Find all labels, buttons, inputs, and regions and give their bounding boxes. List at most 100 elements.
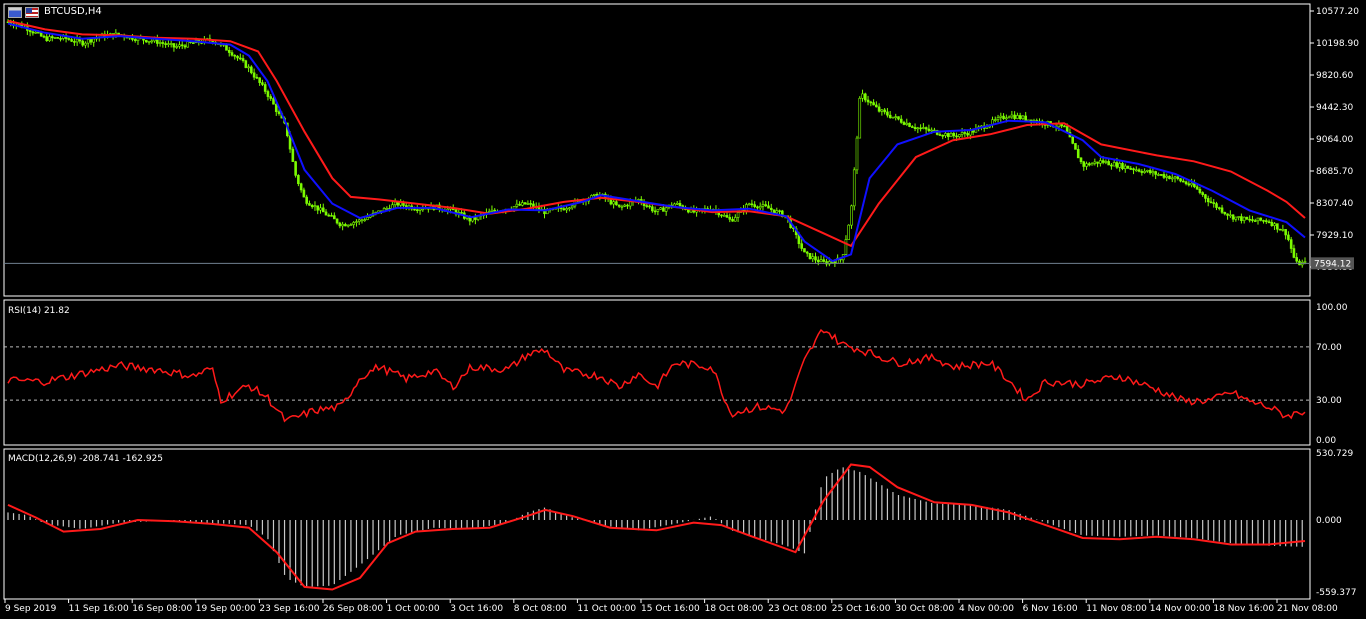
candle-body	[1212, 202, 1216, 204]
candle-body	[415, 209, 419, 211]
time-axis-label: 25 Oct 16:00	[832, 604, 891, 614]
time-axis-label: 16 Sep 08:00	[132, 604, 192, 614]
candle-body	[938, 134, 942, 136]
candle-body	[1267, 221, 1271, 223]
candle-body	[1129, 168, 1133, 170]
candle-body	[1135, 169, 1138, 172]
candle-body	[1010, 114, 1014, 118]
candle-body	[352, 222, 355, 225]
candle-body	[42, 35, 46, 38]
candle-body	[816, 259, 820, 263]
candle-body	[1079, 157, 1083, 163]
candle-body	[1195, 186, 1199, 190]
candle-body	[1204, 194, 1207, 199]
candle	[891, 116, 895, 119]
candle	[1074, 143, 1077, 150]
candle-body	[81, 40, 84, 46]
candle-body	[1206, 198, 1210, 203]
candle-body	[847, 224, 850, 240]
candle-body	[1104, 161, 1108, 163]
candle-body	[1002, 115, 1005, 119]
candle-body	[526, 203, 530, 205]
candle-body	[764, 204, 768, 207]
candle-body	[518, 203, 521, 206]
rsi-label: RSI(14) 21.82	[8, 306, 70, 316]
candle-body	[924, 127, 928, 130]
candle-body	[858, 97, 862, 139]
candle-body	[1284, 229, 1287, 236]
candle-body	[1303, 261, 1307, 263]
candle-body	[84, 42, 87, 46]
candle-body	[728, 217, 732, 220]
time-axis-label: 26 Sep 08:00	[323, 604, 383, 614]
candle-body	[758, 205, 762, 209]
candle-body	[866, 99, 870, 103]
candle-body	[908, 122, 911, 127]
candle-body	[227, 49, 231, 53]
candle-body	[161, 42, 165, 44]
candle-body	[651, 206, 654, 212]
candle-body	[1245, 216, 1249, 220]
candle-body	[183, 45, 187, 48]
candle-body	[927, 128, 931, 131]
candle-body	[769, 207, 773, 211]
candle-body	[490, 209, 494, 212]
candle-body	[56, 37, 60, 39]
candle	[291, 146, 295, 162]
candle-body	[523, 202, 527, 205]
candle-body	[656, 208, 660, 212]
candle-body	[883, 109, 886, 113]
candle-body	[324, 211, 328, 216]
trading-chart[interactable]: 10577.20 10198.90 9820.60 9442.30 9064.00 868…	[0, 0, 1366, 619]
candle-body	[261, 82, 264, 85]
candle-body	[850, 205, 853, 226]
candle-body	[750, 203, 754, 206]
candle-body	[269, 96, 273, 99]
symbol-window-icon[interactable]	[8, 7, 22, 18]
candle-body	[471, 217, 474, 222]
candle-body	[756, 206, 759, 209]
candle	[808, 252, 812, 260]
candle-body	[252, 72, 256, 78]
candle-body	[1182, 180, 1185, 183]
candle-body	[147, 40, 151, 43]
candle-body	[1237, 216, 1240, 218]
rsi-axis-label: 0.00	[1316, 436, 1336, 446]
candle-body	[930, 129, 933, 132]
candle-body	[175, 46, 178, 48]
candle-body	[1018, 115, 1022, 119]
candle-body	[45, 36, 49, 42]
time-axis-label: 4 Nov 00:00	[959, 604, 1014, 614]
candle-body	[911, 126, 914, 128]
candle-body	[1151, 171, 1155, 174]
candle-body	[1248, 218, 1251, 221]
time-axis-label: 11 Nov 08:00	[1086, 604, 1147, 614]
candle-body	[1074, 143, 1077, 150]
candle-body	[747, 203, 751, 206]
candle-body	[722, 215, 726, 217]
candle-body	[1021, 115, 1025, 119]
candle	[1168, 175, 1171, 180]
macd-axis-label: 530.729	[1316, 449, 1353, 459]
price-axis-label: 7929.10	[1316, 231, 1353, 241]
candle-body	[73, 41, 76, 43]
candle-body	[919, 127, 922, 130]
candle-body	[905, 122, 909, 125]
candle-body	[1226, 213, 1229, 216]
macd-axis-label: 0.000	[1316, 516, 1342, 526]
candle-body	[241, 58, 245, 62]
candle-body	[1005, 117, 1008, 120]
candle-body	[888, 114, 892, 118]
candle-body	[1123, 165, 1127, 170]
candle-body	[803, 248, 806, 253]
candle-body	[1101, 160, 1105, 163]
candle-body	[493, 209, 497, 212]
candle-body	[418, 208, 422, 211]
candle-body	[1159, 174, 1163, 176]
candle-body	[366, 217, 369, 220]
candle-body	[863, 93, 867, 101]
candle-body	[620, 206, 624, 208]
candle-body	[966, 133, 969, 136]
candle-body	[89, 39, 93, 43]
candle-body	[515, 203, 519, 207]
